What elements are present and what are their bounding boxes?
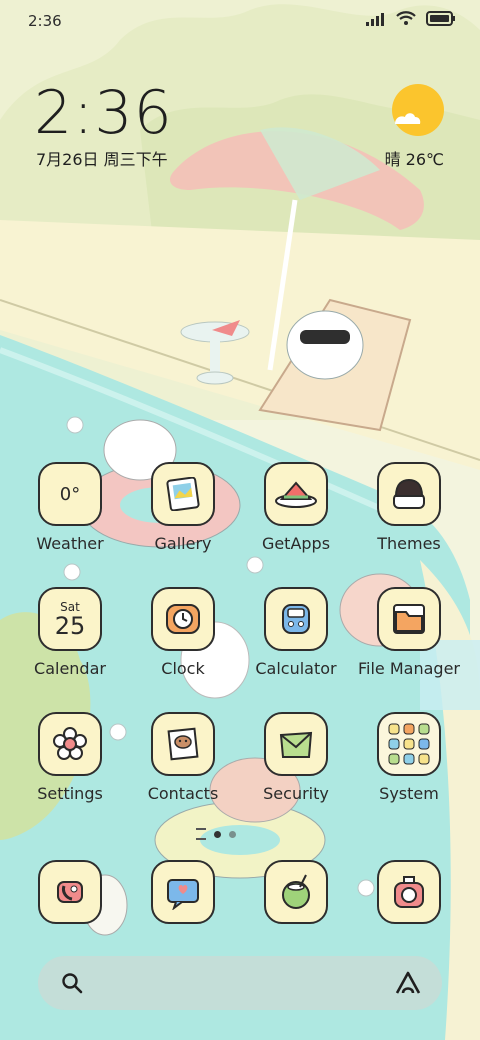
page-indicator[interactable]: [196, 828, 236, 840]
app-label: File Manager: [358, 659, 460, 678]
assistant-icon[interactable]: [394, 970, 422, 996]
app-system-folder[interactable]: System: [354, 712, 464, 803]
calculator-icon[interactable]: [264, 587, 328, 651]
settings-icon[interactable]: [38, 712, 102, 776]
phone-icon[interactable]: [38, 860, 102, 924]
contacts-icon[interactable]: [151, 712, 215, 776]
app-security[interactable]: Security: [241, 712, 351, 803]
dock-phone[interactable]: [15, 860, 125, 924]
clock-widget-time[interactable]: 2:36: [34, 78, 173, 148]
app-label: Gallery: [154, 534, 212, 553]
app-settings[interactable]: Settings: [15, 712, 125, 803]
app-file-manager[interactable]: File Manager: [354, 587, 464, 678]
search-bar[interactable]: [38, 956, 442, 1010]
weather-icon-value: 0°: [59, 483, 81, 505]
camera-icon[interactable]: [377, 860, 441, 924]
clock-widget-date[interactable]: 7月26日 周三下午: [36, 146, 168, 170]
sun-cloud-icon[interactable]: [392, 84, 444, 136]
app-label: System: [379, 784, 439, 803]
system-folder-icon[interactable]: [377, 712, 441, 776]
clock-icon[interactable]: [151, 587, 215, 651]
calendar-icon[interactable]: Sat 25: [38, 587, 102, 651]
app-label: Calendar: [34, 659, 106, 678]
weather-widget-text[interactable]: 晴 26℃: [385, 146, 444, 170]
getapps-icon[interactable]: [264, 462, 328, 526]
app-clock[interactable]: Clock: [128, 587, 238, 678]
app-label: Weather: [36, 534, 104, 553]
status-icons: [366, 11, 456, 26]
page-dot: [229, 830, 236, 838]
weather-icon[interactable]: 0°: [38, 462, 102, 526]
app-label: GetApps: [261, 534, 331, 553]
app-label: Themes: [377, 534, 441, 553]
dock-browser[interactable]: [241, 860, 351, 924]
app-label: Settings: [37, 784, 103, 803]
file-manager-icon[interactable]: [377, 587, 441, 651]
dock-messages[interactable]: [128, 860, 238, 924]
app-calendar[interactable]: Sat 25 Calendar: [15, 587, 125, 678]
app-getapps[interactable]: GetApps: [241, 462, 351, 553]
gallery-icon[interactable]: [151, 462, 215, 526]
app-themes[interactable]: Themes: [354, 462, 464, 553]
search-icon[interactable]: [60, 971, 84, 995]
browser-icon[interactable]: [264, 860, 328, 924]
app-label: Contacts: [147, 784, 219, 803]
security-icon[interactable]: [264, 712, 328, 776]
signal-icon: [366, 12, 384, 26]
messages-icon[interactable]: [151, 860, 215, 924]
status-time: 2:36: [28, 12, 62, 30]
app-label: Clock: [161, 659, 205, 678]
wifi-icon: [396, 11, 416, 25]
page-dot-active: [214, 830, 221, 838]
app-calculator[interactable]: Calculator: [241, 587, 351, 678]
app-gallery[interactable]: Gallery: [128, 462, 238, 553]
app-contacts[interactable]: Contacts: [128, 712, 238, 803]
themes-icon[interactable]: [377, 462, 441, 526]
status-bar: 2:36: [0, 0, 480, 42]
page-indicator-lines-icon: [196, 828, 206, 840]
app-label: Security: [263, 784, 329, 803]
home-screen: { "status_bar": { "time": "2:36" }, "clo…: [0, 0, 480, 1040]
calendar-day: 25: [54, 612, 86, 640]
app-weather[interactable]: 0° Weather: [15, 462, 125, 553]
battery-icon: [426, 11, 455, 26]
dock-camera[interactable]: [354, 860, 464, 924]
app-label: Calculator: [255, 659, 337, 678]
